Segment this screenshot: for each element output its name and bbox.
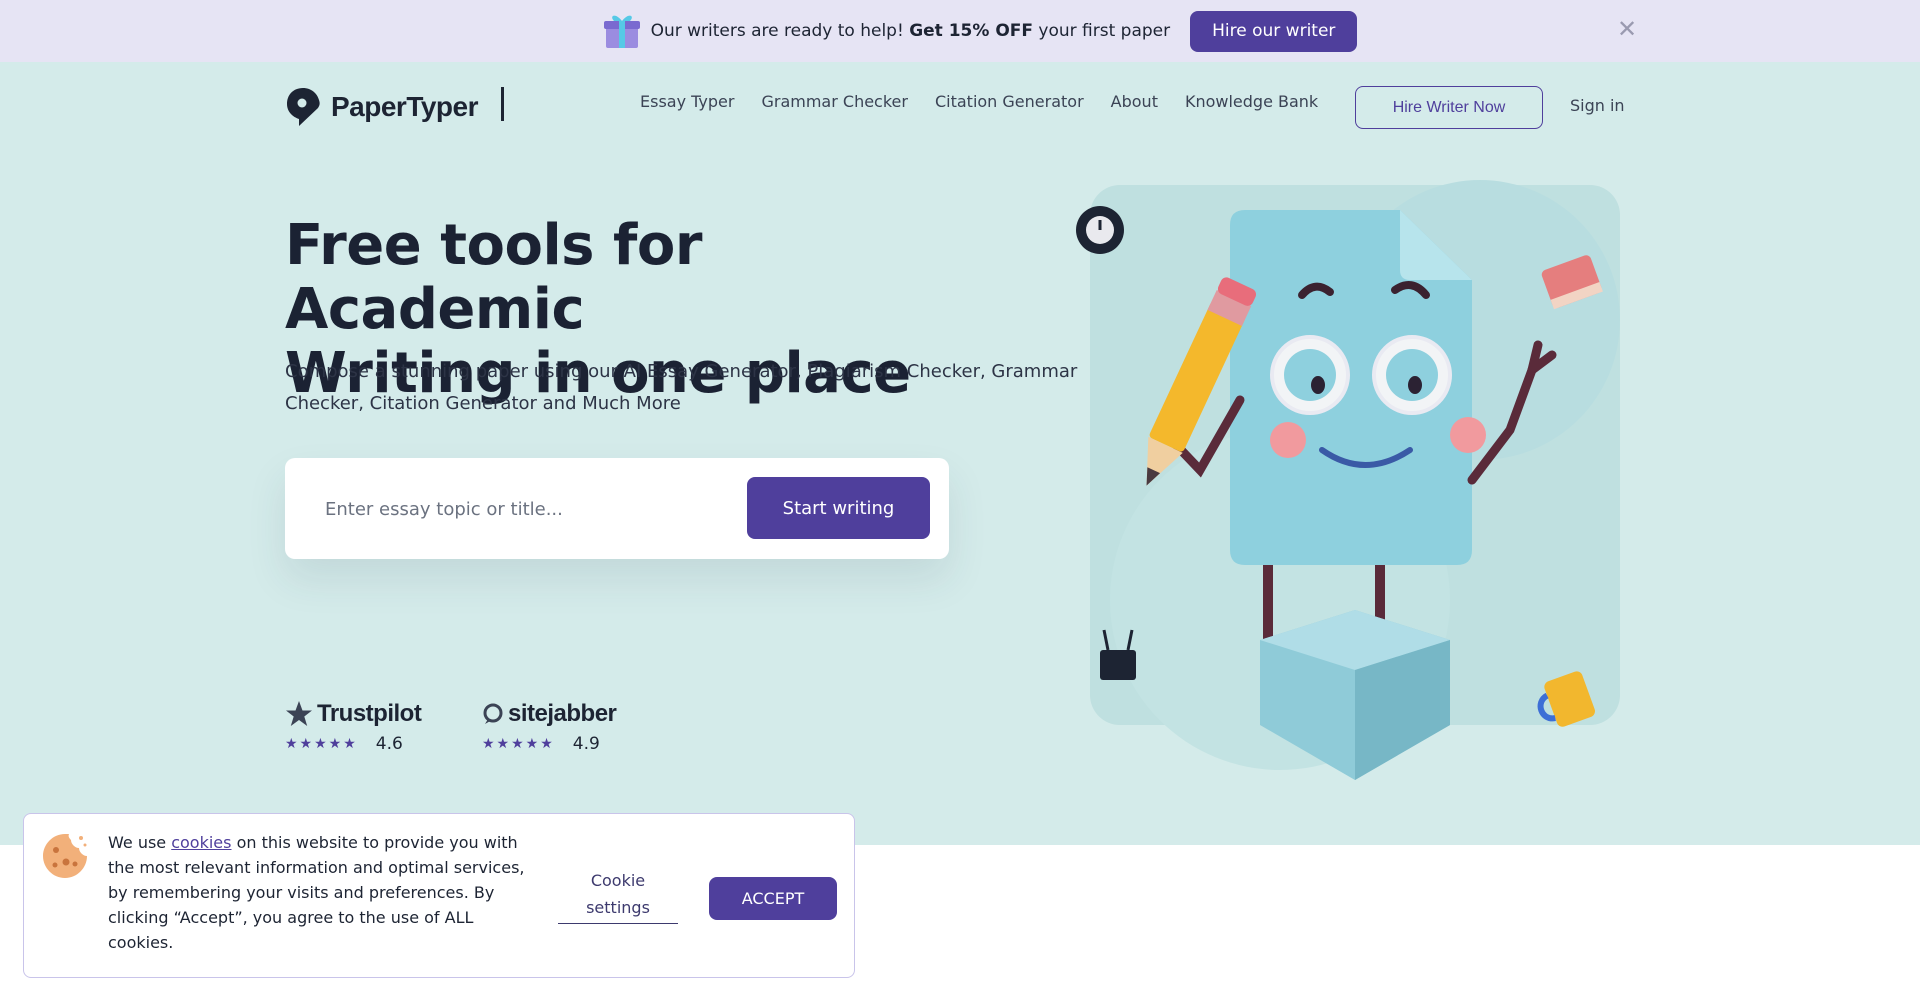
essay-topic-form: Start writing bbox=[285, 458, 949, 559]
trustpilot-star-icon bbox=[286, 701, 312, 726]
logo[interactable]: PaperTyper bbox=[285, 86, 479, 128]
trustpilot-rating[interactable]: Trustpilot ★★★★★ 4.6 bbox=[285, 700, 422, 754]
trustpilot-score: 4.6 bbox=[375, 734, 403, 754]
page-title-line1: Free tools for Academic bbox=[285, 213, 702, 342]
cookies-link[interactable]: cookies bbox=[171, 833, 231, 852]
trustpilot-stars: ★★★★★ bbox=[285, 736, 358, 752]
nav-citation-generator[interactable]: Citation Generator bbox=[935, 92, 1084, 111]
cookie-text-before: We use bbox=[108, 833, 172, 852]
cookie-banner: We use cookies on this website to provid… bbox=[23, 813, 855, 978]
sitejabber-score: 4.9 bbox=[572, 734, 600, 754]
sitejabber-stars-row: ★★★★★ 4.9 bbox=[482, 734, 616, 754]
promo-text-after: your first paper bbox=[1033, 21, 1171, 41]
cookie-settings-link[interactable]: Cookie settings bbox=[558, 867, 678, 924]
logo-text: PaperTyper bbox=[331, 91, 479, 122]
accept-cookies-button[interactable]: ACCEPT bbox=[709, 877, 837, 920]
promo-discount: Get 15% OFF bbox=[909, 21, 1034, 41]
sign-in-link[interactable]: Sign in bbox=[1570, 96, 1625, 115]
nav-about[interactable]: About bbox=[1111, 92, 1158, 111]
promo-text-before: Our writers are ready to help! bbox=[650, 21, 910, 41]
nav-knowledge-bank[interactable]: Knowledge Bank bbox=[1185, 92, 1318, 111]
sitejabber-name: sitejabber bbox=[508, 700, 617, 727]
main-nav: Essay Typer Grammar Checker Citation Gen… bbox=[640, 92, 1345, 111]
hire-our-writer-button[interactable]: Hire our writer bbox=[1190, 10, 1358, 52]
promo-text: Our writers are ready to help! Get 15% O… bbox=[651, 21, 1171, 41]
trustpilot-name: Trustpilot bbox=[317, 700, 422, 727]
hero-subtitle: Compose a stunning paper using our AI Es… bbox=[285, 361, 1078, 414]
sitejabber-rating[interactable]: sitejabber ★★★★★ 4.9 bbox=[482, 700, 617, 754]
promo-content: Our writers are ready to help! Get 15% O… bbox=[603, 10, 1358, 52]
cookie-text: We use cookies on this website to provid… bbox=[108, 830, 538, 955]
essay-topic-input[interactable] bbox=[325, 492, 725, 526]
sitejabber-icon bbox=[483, 703, 503, 724]
trustpilot-stars-row: ★★★★★ 4.6 bbox=[285, 734, 421, 754]
alarm-clock-icon bbox=[1076, 206, 1124, 254]
hire-writer-now-button[interactable]: Hire Writer Now bbox=[1355, 86, 1543, 129]
gift-icon bbox=[603, 15, 640, 48]
sitejabber-brand: sitejabber bbox=[482, 700, 617, 728]
cookie-icon bbox=[43, 834, 87, 878]
sitejabber-stars: ★★★★★ bbox=[482, 736, 555, 752]
logo-divider bbox=[501, 87, 504, 121]
hero-illustration bbox=[1076, 180, 1620, 780]
start-writing-button[interactable]: Start writing bbox=[747, 477, 930, 539]
trustpilot-brand: Trustpilot bbox=[285, 700, 422, 728]
nav-essay-typer[interactable]: Essay Typer bbox=[640, 92, 734, 111]
close-icon[interactable]: ✕ bbox=[1617, 17, 1637, 41]
logo-icon bbox=[287, 88, 320, 126]
nav-grammar-checker[interactable]: Grammar Checker bbox=[761, 92, 908, 111]
promo-banner: Our writers are ready to help! Get 15% O… bbox=[0, 0, 1920, 62]
